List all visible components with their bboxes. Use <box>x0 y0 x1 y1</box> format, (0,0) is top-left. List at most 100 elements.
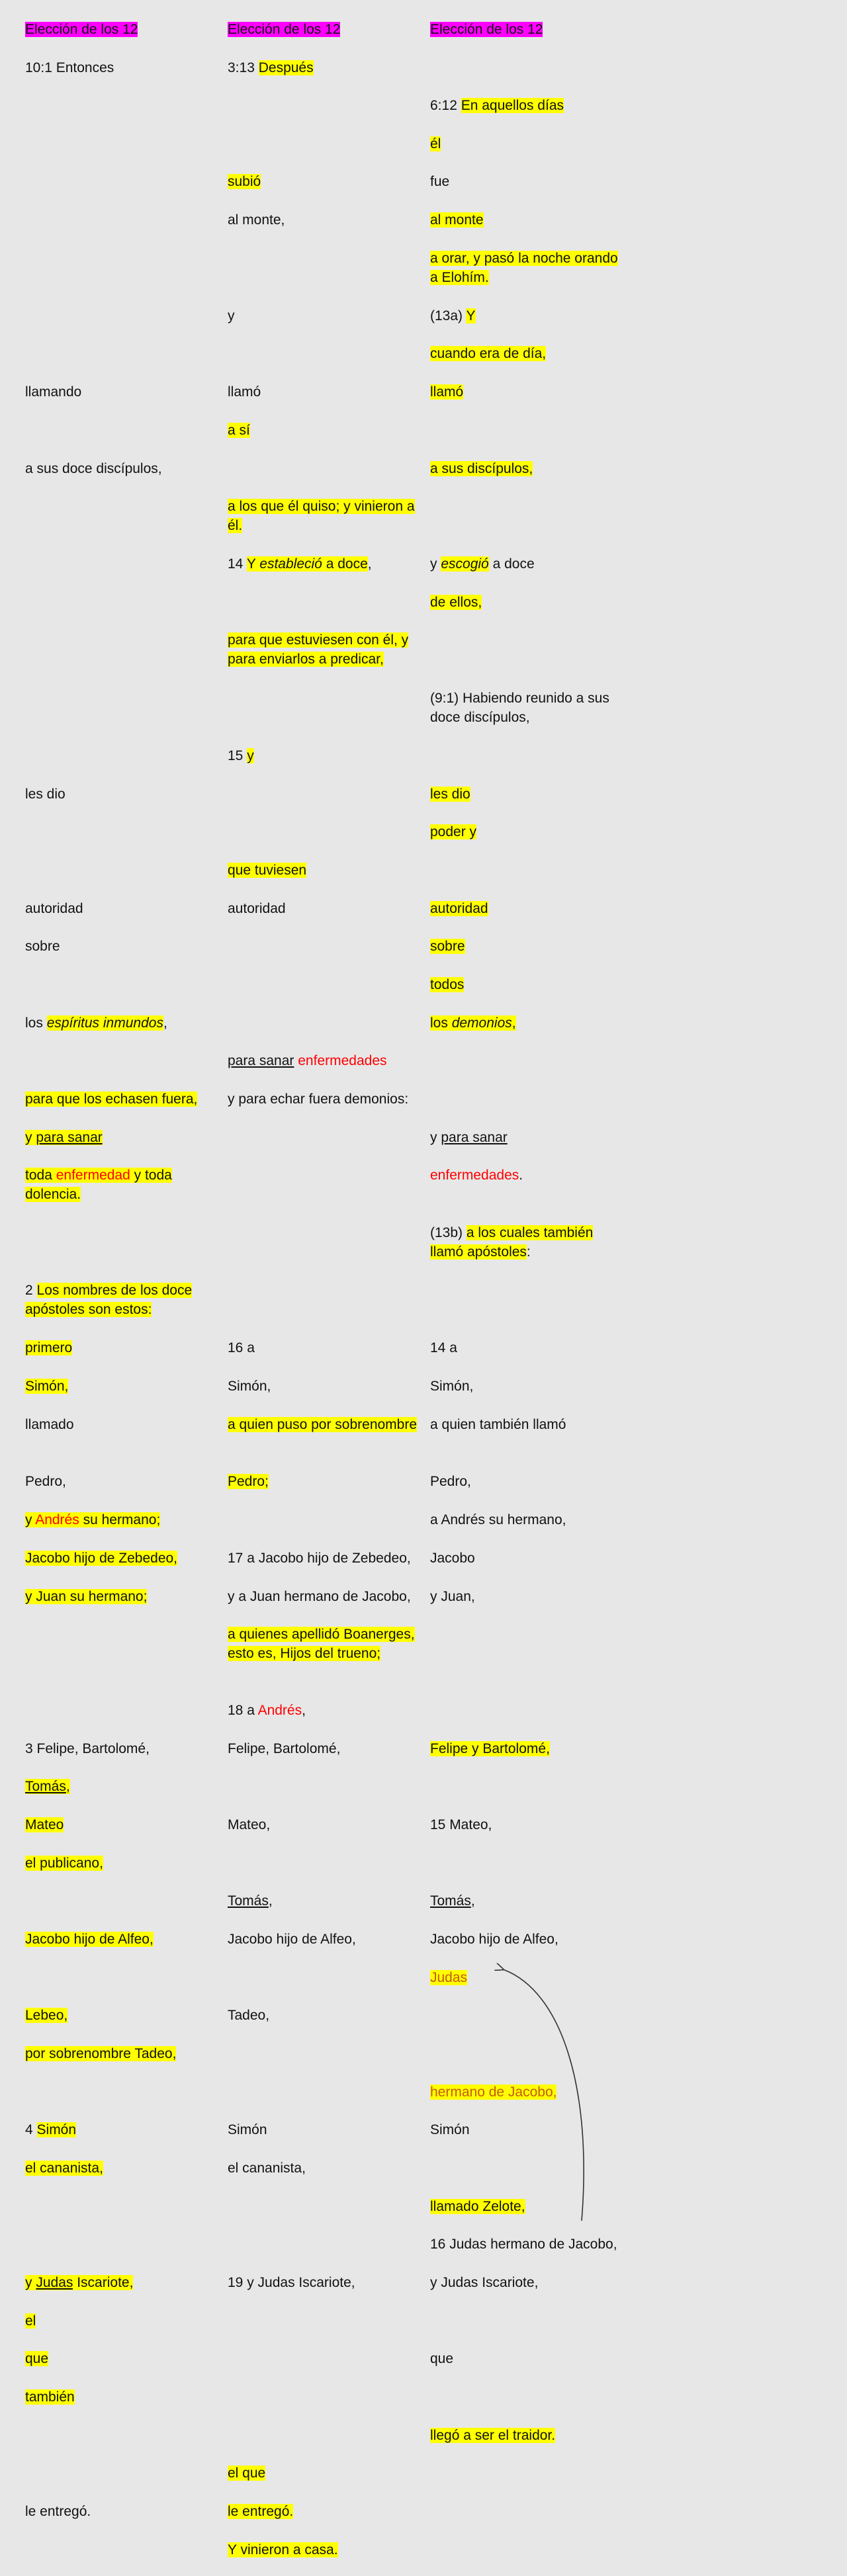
text-run: poder y <box>430 824 477 839</box>
text-run: el cananista, <box>228 2161 306 2176</box>
text-run: y <box>430 1130 441 1145</box>
text-run: al monte, <box>228 212 285 228</box>
text-run: sobre <box>25 939 60 954</box>
text-run: todos <box>430 977 465 992</box>
text-run: de ellos, <box>430 595 482 610</box>
col-c-row-32: Simón, <box>430 1377 622 1396</box>
col-b-row-60: le entregó. <box>228 2502 420 2521</box>
col-a-row-0: Elección de los 12 <box>25 20 217 39</box>
text-run: Jacobo hijo de Alfeo, <box>25 1932 154 1947</box>
text-run: Felipe, Bartolomé, <box>228 1741 341 1756</box>
col-a-row-32: Simón, <box>25 1377 217 1396</box>
col-a-row-22: sobre <box>25 937 217 956</box>
text-run: y a Juan hermano de Jacobo, <box>228 1589 411 1604</box>
text-run: y Juan, <box>430 1589 475 1604</box>
col-b-row-39: 18 a Andrés, <box>228 1701 420 1720</box>
text-run: por sobrenombre Tadeo, <box>25 2046 177 2061</box>
text-run: y <box>247 748 254 763</box>
col-c-row-22: sobre <box>430 937 622 956</box>
col-a-row-11: a sus doce discípulos, <box>25 459 217 478</box>
text-run: , <box>66 1779 70 1794</box>
col-b-row-5: al monte, <box>228 210 420 230</box>
text-run: , <box>302 1703 306 1718</box>
col-b-row-33: a quien puso por sobrenombre <box>228 1415 420 1434</box>
text-run: 19 y Judas Iscariote, <box>228 2275 355 2290</box>
col-b-row-4: subió <box>228 172 420 191</box>
col-a-row-43: el publicano, <box>25 1854 217 1873</box>
col-b-row-61: Y vinieron a casa. <box>228 2540 420 2559</box>
text-run: le entregó. <box>25 2504 91 2519</box>
text-run: demonios <box>451 1015 512 1031</box>
col-a-row-55: el <box>25 2311 217 2331</box>
text-run: 15 Mateo, <box>430 1817 492 1832</box>
text-run: a quien también llamó <box>430 1417 566 1432</box>
col-b-row-51: el cananista, <box>228 2159 420 2178</box>
col-c-row-5: al monte <box>430 210 622 230</box>
text-run: 17 a Jacobo hijo de Zebedeo, <box>228 1551 411 1566</box>
text-run: Simón <box>228 2122 267 2137</box>
col-c-row-13: y escogió a doce <box>430 554 622 574</box>
col-c-row-34: Pedro, <box>430 1472 622 1491</box>
text-run: y Juan su hermano; <box>25 1589 148 1604</box>
text-run: Los nombres de los doce apóstoles son es… <box>25 1283 193 1317</box>
text-run: fue <box>430 174 450 189</box>
text-run: enfermedades <box>298 1053 387 1068</box>
text-run: llamó <box>228 384 261 400</box>
text-run: también <box>25 2389 75 2405</box>
text-run: 3 Felipe, Bartolomé, <box>25 1741 150 1756</box>
text-run: y <box>25 1130 36 1145</box>
text-run: Jacobo hijo de Alfeo, <box>228 1932 356 1947</box>
col-b-row-37: y a Juan hermano de Jacobo, <box>228 1587 420 1606</box>
text-run: a sus doce discípulos, <box>25 461 162 476</box>
col-c-row-54: y Judas Iscariote, <box>430 2273 622 2292</box>
col-a-row-21: autoridad <box>25 899 217 918</box>
col-a-row-40: 3 Felipe, Bartolomé, <box>25 1739 217 1758</box>
text-run: a quien puso por sobrenombre <box>228 1417 418 1432</box>
col-c-row-52: llamado Zelote, <box>430 2197 622 2216</box>
text-run: : <box>526 1244 531 1260</box>
text-run: les dio <box>25 787 66 802</box>
text-run: él <box>430 136 441 151</box>
text-run: Judas <box>430 1970 468 1985</box>
col-b-row-0: Elección de los 12 <box>228 20 420 39</box>
col-a-row-34: Pedro, <box>25 1472 217 1491</box>
text-run: 16 a <box>228 1340 255 1355</box>
text-run: llamó <box>430 384 464 400</box>
col-b-row-9: llamó <box>228 382 420 402</box>
text-run: , <box>512 1015 516 1031</box>
text-run: el <box>25 2313 36 2329</box>
col-b-row-50: Simón <box>228 2120 420 2139</box>
col-c-row-36: Jacobo <box>430 1549 622 1568</box>
col-a-row-45: Jacobo hijo de Alfeo, <box>25 1930 217 1949</box>
col-c-row-49: hermano de Jacobo, <box>430 2082 622 2102</box>
col-c-row-0: Elección de los 12 <box>430 20 622 39</box>
text-run: a orar, y pasó la noche orando a Elohím. <box>430 251 618 285</box>
col-a-row-9: llamando <box>25 382 217 402</box>
col-c-row-2: 6:12 En aquellos días <box>430 96 622 115</box>
col-a-row-35: y Andrés su hermano; <box>25 1510 217 1529</box>
text-run: su hermano; <box>79 1512 161 1527</box>
col-a-row-37: y Juan su hermano; <box>25 1587 217 1606</box>
col-b-row-26: y para echar fuera demonios: <box>228 1090 420 1109</box>
text-run: llamado Zelote, <box>430 2199 525 2214</box>
text-run: (9:1) Habiendo reunido a sus doce discíp… <box>430 691 609 725</box>
text-run: , <box>268 1893 273 1909</box>
text-run: que <box>25 2351 49 2366</box>
text-run: enfermedades <box>430 1168 519 1183</box>
col-c-row-29: (13b) a los cuales también llamó apóstol… <box>430 1223 622 1262</box>
col-a-row-26: para que los echasen fuera, <box>25 1090 217 1109</box>
text-run: a sus discípulos, <box>430 461 533 476</box>
text-run: les dio <box>430 787 470 802</box>
text-run: Pedro, <box>430 1474 471 1489</box>
text-run: autoridad <box>25 901 83 916</box>
text-run: y <box>25 2275 36 2290</box>
text-run: sobre <box>430 939 465 954</box>
text-run: y <box>228 308 235 323</box>
text-run: . <box>519 1168 523 1183</box>
text-run: Mateo, <box>228 1817 271 1832</box>
col-b-row-20: que tuviesen <box>228 861 420 880</box>
col-c-row-18: les dio <box>430 785 622 804</box>
col-a-row-48: por sobrenombre Tadeo, <box>25 2044 217 2063</box>
text-run: 10:1 Entonces <box>25 60 114 75</box>
col-c-row-4: fue <box>430 172 622 191</box>
